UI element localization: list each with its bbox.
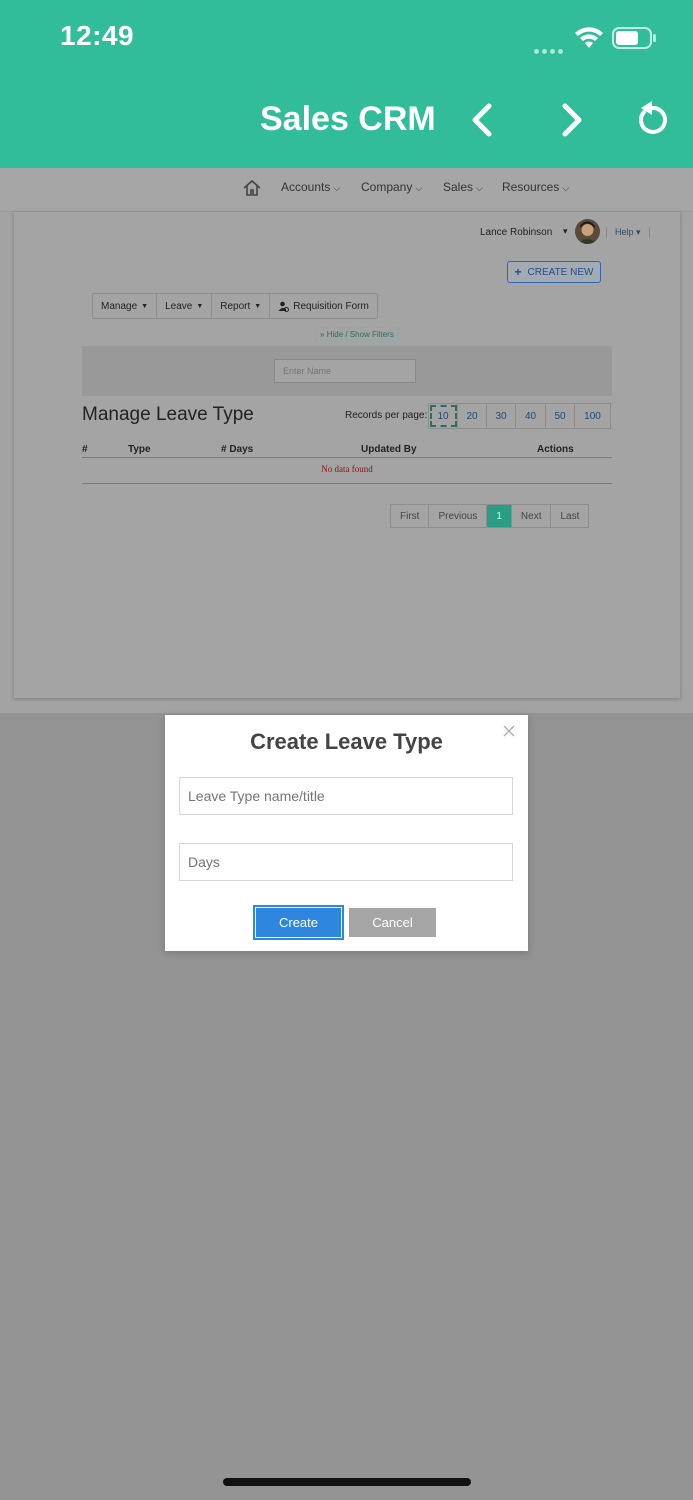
name-filter-input[interactable] [274,359,416,383]
chevron-down-icon: ⌵ [415,183,423,193]
column-header-updated-by: Updated By [361,444,417,455]
report-dropdown[interactable]: Report ▼ [212,294,271,318]
caret-down-icon: ▼ [254,302,262,310]
home-indicator[interactable] [223,1478,471,1486]
close-icon[interactable] [501,723,517,739]
rpp-option-10[interactable]: 10 [429,404,458,428]
pagination-last[interactable]: Last [551,505,588,527]
cancel-button[interactable]: Cancel [349,908,436,937]
app-header: 12:49 Sales CRM [0,0,693,168]
empty-table-message: No data found [321,464,373,474]
records-per-page-label: Records per page: [345,410,428,421]
leave-dropdown[interactable]: Leave ▼ [157,294,213,318]
user-name[interactable]: Lance Robinson [480,227,552,238]
help-menu[interactable]: Help ▾ [606,227,650,238]
column-header-days: # Days [221,444,254,455]
reload-icon[interactable] [632,98,672,142]
create-leave-type-dialog: Create Leave Type Create Cancel [165,715,528,951]
caret-down-icon[interactable]: ▾ [563,226,568,237]
dialog-title: Create Leave Type [250,729,443,754]
table-header: # Type # Days Updated By Actions [82,444,612,458]
home-icon[interactable] [242,178,262,198]
manage-dropdown[interactable]: Manage ▼ [93,294,158,318]
rpp-option-50[interactable]: 50 [546,404,575,428]
menu-item-accounts[interactable]: Accounts ⌵ [281,180,340,194]
column-header-actions: Actions [537,444,574,455]
toolbar: Manage ▼ Leave ▼ Report ▼ Requisition Form [92,293,378,319]
pagination-page-current[interactable]: 1 [487,505,512,527]
top-menu: Accounts ⌵ Company ⌵ Sales ⌵ Resources ⌵ [0,168,693,212]
rpp-option-40[interactable]: 40 [516,404,546,428]
battery-icon [612,27,656,49]
status-time: 12:49 [60,20,135,51]
caret-down-icon: ▼ [196,302,204,310]
pagination-next[interactable]: Next [512,505,552,527]
chevron-down-icon: ⌵ [333,183,341,193]
menu-item-company[interactable]: Company ⌵ [361,180,422,194]
caret-down-icon: ▼ [141,302,149,310]
menu-item-sales[interactable]: Sales ⌵ [443,180,483,194]
content-panel: Lance Robinson ▾ Help ▾ + CREATE NEW Man… [14,212,680,698]
requisition-form-button[interactable]: Requisition Form [270,294,377,318]
column-header-number: # [82,444,88,455]
pagination-first[interactable]: First [391,505,430,527]
web-page: Accounts ⌵ Company ⌵ Sales ⌵ Resources ⌵ Lan… [0,168,693,713]
filter-bar [82,346,612,396]
create-new-button[interactable]: + CREATE NEW [507,261,601,283]
days-input[interactable] [179,843,513,881]
rpp-option-30[interactable]: 30 [487,404,516,428]
menu-item-resources[interactable]: Resources ⌵ [502,180,569,194]
rpp-option-100[interactable]: 100 [575,404,610,428]
chevron-down-icon: ⌵ [562,183,570,193]
double-chevron-down-icon: » [320,330,325,339]
wifi-icon [575,27,603,48]
leave-type-name-input[interactable] [179,777,513,815]
hide-show-filters-toggle[interactable]: » Hide / Show Filters [315,327,399,341]
app-title: Sales CRM [260,100,436,138]
pagination: First Previous 1 Next Last [390,504,590,528]
pagination-previous[interactable]: Previous [429,505,488,527]
forward-chevron-icon[interactable] [551,98,591,142]
chevron-down-icon: ⌵ [476,183,483,193]
avatar[interactable] [575,219,600,244]
plus-icon: + [514,265,522,279]
back-chevron-icon[interactable] [463,98,503,142]
create-button[interactable]: Create [253,905,344,940]
rpp-option-20[interactable]: 20 [458,404,487,428]
user-settings-icon [278,301,290,312]
signal-icon [534,41,566,54]
table-divider [82,483,612,484]
records-per-page-selector: 10 20 30 40 50 100 [428,403,611,429]
column-header-type: Type [128,444,151,455]
page-title: Manage Leave Type [82,404,254,424]
